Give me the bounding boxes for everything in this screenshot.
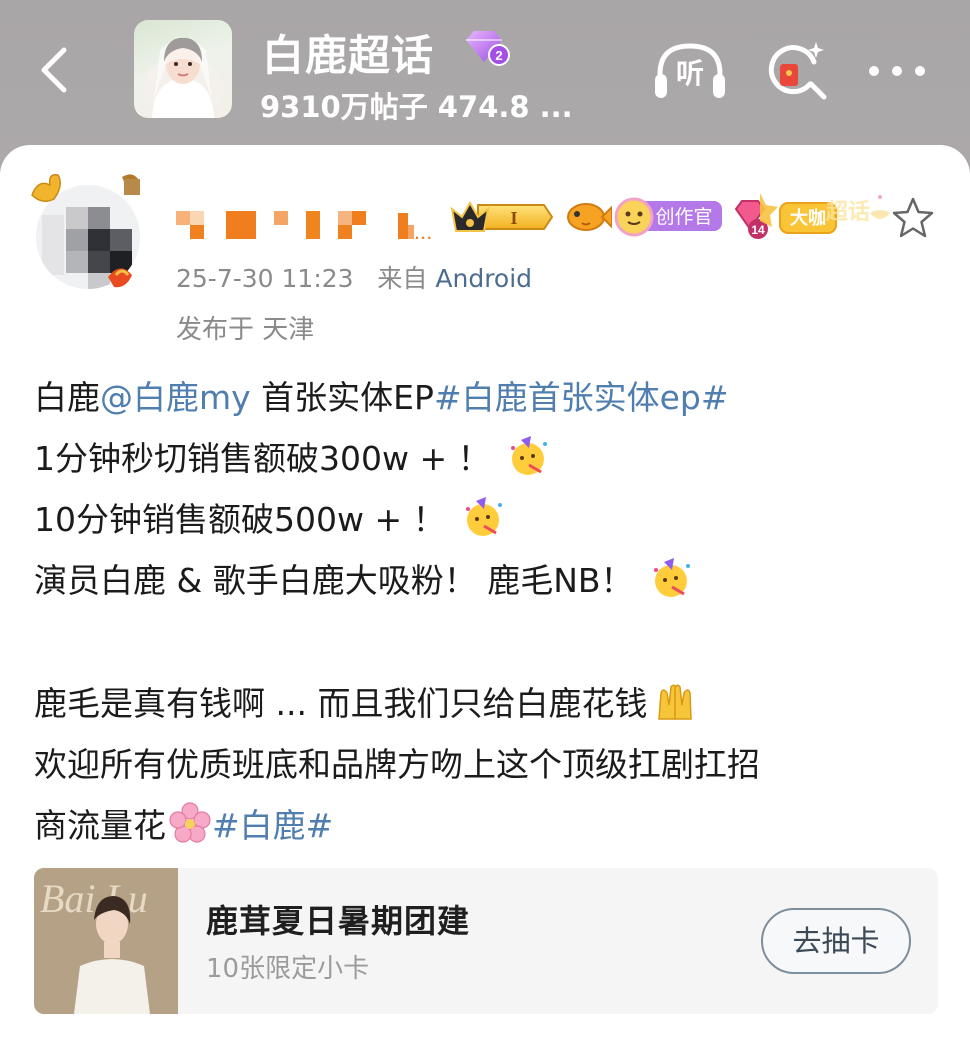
promo-title: 鹿茸夏日暑期团建: [206, 902, 471, 940]
from-label: 来自: [377, 264, 428, 293]
party-face-emoji-icon: [507, 434, 551, 478]
username[interactable]: ...: [176, 201, 446, 244]
draw-card-button[interactable]: 去抽卡: [761, 908, 911, 974]
post-line-1: 白鹿@白鹿my 首张实体EP#白鹿首张实体ep#: [34, 367, 944, 428]
top-bar: 白鹿超话 2 9310万帖子 474.8 ... 听: [0, 0, 970, 150]
user-avatar[interactable]: [36, 185, 140, 289]
promo-thumbnail: Bai Lu: [34, 868, 178, 1014]
post-line-4: 演员白鹿 & 歌手白鹿大吸粉！ 鹿毛NB！: [34, 550, 944, 611]
post-location: 发布于 天津: [176, 315, 315, 345]
super-label: 超话: [826, 200, 870, 225]
text-segment: 鹿毛是真有钱啊 ... 而且我们只给白鹿花钱: [34, 684, 648, 723]
fish-badge-icon[interactable]: [562, 189, 612, 245]
post-body: 白鹿@白鹿my 首张实体EP#白鹿首张实体ep# 1分钟秒切销售额破300w +…: [34, 367, 944, 856]
crown-level-text: I: [510, 208, 517, 228]
listen-label: 听: [675, 57, 704, 90]
post-date: 25-7-30 11:23: [176, 264, 354, 293]
username-ellipsis: ...: [414, 219, 432, 241]
favorite-star-icon[interactable]: [890, 195, 936, 241]
more-options-icon[interactable]: [862, 56, 932, 86]
post-line-6: 欢迎所有优质班底和品牌方吻上这个顶级扛剧扛招: [34, 734, 944, 795]
super-topic-gem-icon: 2: [462, 28, 512, 68]
topic-avatar[interactable]: [134, 20, 232, 118]
listen-button[interactable]: 听: [652, 40, 728, 102]
crown-level-badge[interactable]: I: [448, 189, 554, 245]
post-line-3: 10分钟销售额破500w + ！: [34, 489, 944, 550]
creator-badge[interactable]: 创作官: [614, 189, 724, 245]
text-segment: 欢迎所有优质班底和品牌方吻上这个顶级扛剧扛招: [34, 745, 760, 784]
level-number: 14: [751, 223, 765, 237]
text-segment: 商流量花: [34, 806, 166, 845]
post-meta: 25-7-30 11:23 来自 Android: [176, 259, 532, 295]
back-arrow-icon[interactable]: [30, 40, 80, 100]
post-source: Android: [435, 264, 533, 293]
search-button[interactable]: [766, 38, 830, 102]
rank-badge[interactable]: 14 大咖 超话: [730, 189, 900, 245]
rank-label: 大咖: [790, 207, 826, 229]
hashtag-link[interactable]: #白鹿首张实体ep#: [434, 378, 729, 417]
search-redpacket-icon: [768, 42, 827, 100]
gem-level-number: 2: [495, 48, 502, 63]
post-line-2: 1分钟秒切销售额破300w + ！: [34, 428, 944, 489]
cherry-blossom-emoji-icon: [168, 801, 212, 845]
text-segment: 1分钟秒切销售额破300w + ！: [34, 439, 491, 478]
party-face-emoji-icon: [462, 495, 506, 539]
creator-label: 创作官: [655, 206, 712, 228]
post-line-7: 商流量花 #白鹿#: [34, 795, 944, 856]
party-face-emoji-icon: [650, 556, 694, 600]
text-segment: 10分钟销售额破500w + ！: [34, 500, 446, 539]
topic-title: 白鹿超话: [262, 31, 435, 80]
text-segment: 白鹿: [34, 378, 100, 417]
promo-subtitle: 10张限定小卡: [206, 954, 370, 984]
post-line-5: 鹿毛是真有钱啊 ... 而且我们只给白鹿花钱: [34, 673, 944, 734]
hashtag-link[interactable]: #白鹿#: [212, 806, 333, 845]
topic-stats: 9310万帖子 474.8 ...: [260, 90, 573, 124]
raising-hands-emoji-icon: [653, 679, 697, 723]
text-segment: 首张实体EP: [250, 378, 434, 417]
promo-card[interactable]: Bai Lu 鹿茸夏日暑期团建 10张限定小卡 去抽卡: [34, 868, 938, 1014]
mention-link[interactable]: @白鹿my: [100, 378, 251, 417]
thumb-text: Bai Lu: [40, 876, 148, 921]
text-segment: 演员白鹿 & 歌手白鹿大吸粉！ 鹿毛NB！: [34, 561, 634, 600]
post-card: ... I 创作官 14 大咖 超话 25-7-30 11:23 来自 Andr…: [0, 145, 970, 1049]
